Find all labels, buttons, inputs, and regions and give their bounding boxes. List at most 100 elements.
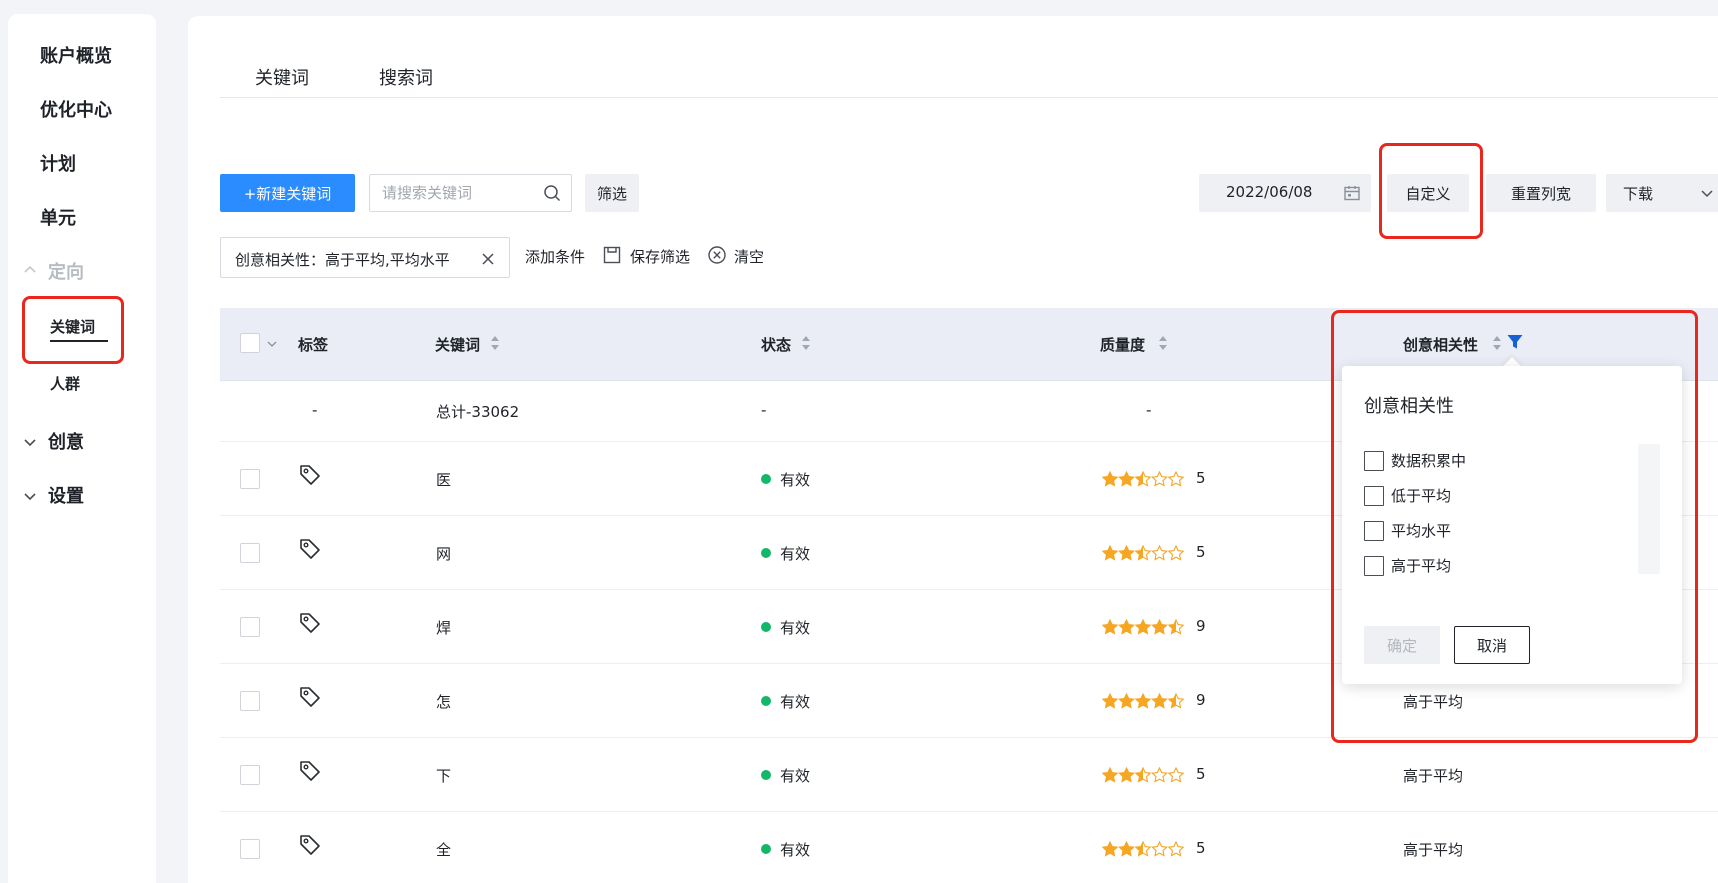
- row-keyword: 焊: [436, 619, 452, 637]
- sort-icon[interactable]: [801, 335, 811, 351]
- sidebar-item-unit[interactable]: 单元: [40, 204, 76, 230]
- chevron-up-icon: [22, 262, 38, 278]
- date-picker[interactable]: 2022/06/08: [1199, 174, 1371, 212]
- popup-scrollbar[interactable]: [1638, 444, 1660, 574]
- filter-icon[interactable]: [1506, 333, 1524, 351]
- row-checkbox[interactable]: [240, 617, 260, 637]
- add-condition-link[interactable]: 添加条件: [525, 246, 585, 267]
- option-label-accumulating[interactable]: 数据积累中: [1391, 450, 1466, 471]
- row-quality-score: 5: [1196, 543, 1206, 561]
- sidebar-item-plan[interactable]: 计划: [40, 150, 76, 176]
- row-quality-score: 5: [1196, 765, 1206, 783]
- option-label-below-average[interactable]: 低于平均: [1391, 485, 1451, 506]
- status-dot-icon: [761, 622, 771, 632]
- status-dot-icon: [761, 844, 771, 854]
- cancel-button[interactable]: 取消: [1454, 626, 1530, 664]
- tag-icon[interactable]: [298, 537, 322, 561]
- save-filter-link[interactable]: 保存筛选: [630, 246, 690, 267]
- row-status: 有效: [780, 471, 811, 489]
- tag-icon[interactable]: [298, 759, 322, 783]
- summary-tag: -: [312, 401, 318, 419]
- confirm-button[interactable]: 确定: [1364, 626, 1440, 664]
- row-keyword: 怎: [436, 693, 452, 711]
- filter-button[interactable]: 筛选: [585, 174, 639, 212]
- tab-keywords[interactable]: 关键词: [255, 64, 309, 90]
- column-header-creative-relevance[interactable]: 创意相关性: [1403, 334, 1478, 355]
- search-field[interactable]: [369, 174, 572, 212]
- column-header-quality[interactable]: 质量度: [1100, 334, 1145, 355]
- tag-icon[interactable]: [298, 463, 322, 487]
- clear-circle-icon[interactable]: [707, 245, 727, 265]
- row-status: 有效: [780, 693, 811, 711]
- option-checkbox-average[interactable]: [1364, 521, 1384, 541]
- tag-icon[interactable]: [298, 611, 322, 635]
- sort-icon[interactable]: [490, 335, 500, 351]
- row-checkbox[interactable]: [240, 469, 260, 489]
- close-icon[interactable]: [481, 252, 495, 266]
- row-keyword: 医: [436, 471, 452, 489]
- tag-icon[interactable]: [298, 833, 322, 857]
- creative-relevance-filter-popup: 创意相关性 数据积累中 低于平均 平均水平 高于平均 确定 取消: [1342, 366, 1682, 684]
- clear-filter-link[interactable]: 清空: [734, 246, 764, 267]
- sidebar-item-optimization-center[interactable]: 优化中心: [40, 96, 112, 122]
- summary-quality: -: [1146, 401, 1152, 419]
- option-checkbox-below-average[interactable]: [1364, 486, 1384, 506]
- custom-columns-button[interactable]: 自定义: [1387, 174, 1469, 212]
- tag-icon[interactable]: [298, 685, 322, 709]
- sidebar-item-targeting[interactable]: 定向: [48, 258, 84, 284]
- chevron-down-icon: [22, 434, 38, 450]
- column-header-keyword[interactable]: 关键词: [435, 334, 480, 355]
- row-creative-relevance: 高于平均: [1403, 693, 1464, 711]
- row-quality-score: 5: [1196, 839, 1206, 857]
- option-checkbox-above-average[interactable]: [1364, 556, 1384, 576]
- summary-keyword-total: 总计-33062: [436, 403, 520, 421]
- row-status: 有效: [780, 545, 811, 563]
- popup-title: 创意相关性: [1364, 396, 1454, 417]
- save-icon[interactable]: [602, 245, 622, 265]
- sort-icon[interactable]: [1158, 335, 1168, 351]
- row-checkbox[interactable]: [240, 691, 260, 711]
- sidebar: 账户概览 优化中心 计划 单元 定向 关键词 人群 创意 设置: [8, 14, 156, 883]
- row-quality-score: 9: [1196, 691, 1206, 709]
- quality-stars: [1102, 767, 1184, 783]
- status-dot-icon: [761, 474, 771, 484]
- row-keyword: 全: [436, 841, 452, 859]
- sidebar-item-audience[interactable]: 人群: [50, 373, 80, 394]
- tabs-divider: [220, 97, 1718, 98]
- table-row[interactable]: 下 有效 5 高于平均: [220, 738, 1718, 812]
- sidebar-item-creative[interactable]: 创意: [48, 428, 84, 454]
- row-checkbox[interactable]: [240, 543, 260, 563]
- table-row[interactable]: 全 有效 5 高于平均: [220, 812, 1718, 883]
- row-checkbox[interactable]: [240, 765, 260, 785]
- chevron-down-icon: [22, 488, 38, 504]
- tab-search-terms[interactable]: 搜索词: [379, 64, 433, 90]
- reset-column-width-button[interactable]: 重置列宽: [1486, 174, 1596, 212]
- search-input[interactable]: [382, 183, 532, 203]
- quality-stars: [1102, 545, 1184, 561]
- column-header-status[interactable]: 状态: [761, 334, 791, 355]
- filter-chip[interactable]: 创意相关性：高于平均,平均水平: [220, 237, 510, 278]
- select-all-checkbox[interactable]: [240, 333, 260, 353]
- search-icon[interactable]: [543, 184, 561, 202]
- status-dot-icon: [761, 548, 771, 558]
- option-checkbox-accumulating[interactable]: [1364, 451, 1384, 471]
- row-checkbox[interactable]: [240, 839, 260, 859]
- chevron-down-icon[interactable]: [266, 338, 278, 350]
- row-creative-relevance: 高于平均: [1403, 767, 1464, 785]
- sidebar-item-settings[interactable]: 设置: [48, 482, 84, 508]
- row-quality-score: 9: [1196, 617, 1206, 635]
- quality-stars: [1102, 619, 1184, 635]
- option-label-average[interactable]: 平均水平: [1391, 520, 1451, 541]
- quality-stars: [1102, 693, 1184, 709]
- download-dropdown[interactable]: 下载: [1606, 174, 1718, 212]
- sidebar-item-account-overview[interactable]: 账户概览: [40, 42, 112, 68]
- sidebar-item-keywords[interactable]: 关键词: [50, 316, 95, 337]
- quality-stars: [1102, 471, 1184, 487]
- download-label: 下载: [1623, 185, 1654, 203]
- summary-status: -: [761, 401, 767, 419]
- row-status: 有效: [780, 619, 811, 637]
- sort-icon[interactable]: [1492, 335, 1502, 351]
- new-keyword-button[interactable]: +新建关键词: [220, 174, 355, 212]
- option-label-above-average[interactable]: 高于平均: [1391, 555, 1451, 576]
- row-status: 有效: [780, 767, 811, 785]
